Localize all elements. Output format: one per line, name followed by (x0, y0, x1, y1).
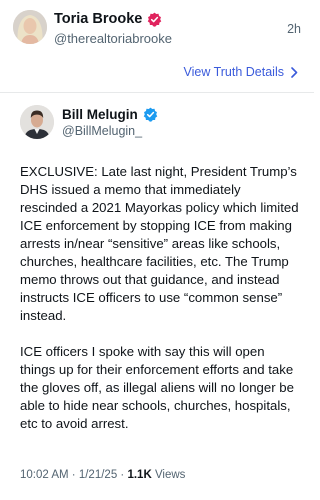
views-count: 1.1K (127, 469, 152, 481)
verified-badge-icon (143, 107, 157, 122)
truth-post-view: Toria Brooke @therealtoriabrooke 2h View… (0, 0, 314, 500)
meta-separator: · (120, 469, 125, 481)
post-paragraph: EXCLUSIVE: Late last night, President Tr… (20, 164, 299, 323)
embedded-post-body: EXCLUSIVE: Late last night, President Tr… (20, 163, 300, 451)
post-timestamp: 2h (287, 22, 301, 36)
post-header: Toria Brooke @therealtoriabrooke 2h (0, 0, 314, 58)
embedded-author-name[interactable]: Bill Melugin (62, 107, 158, 122)
post-time: 10:02 AM (20, 469, 69, 481)
meta-separator: · (71, 469, 76, 481)
view-truth-details-link[interactable]: View Truth Details (183, 65, 298, 79)
chevron-right-icon (291, 66, 298, 78)
embedded-author-name-text: Bill Melugin (62, 107, 138, 122)
views-label: Views (154, 469, 186, 481)
author-handle[interactable]: @therealtoriabrooke (54, 31, 172, 46)
view-truth-details-label: View Truth Details (183, 65, 284, 79)
author-avatar[interactable] (13, 10, 47, 44)
post-meta: 10:02 AM · 1/21/25 · 1.1K Views (20, 469, 185, 481)
embedded-post-card[interactable]: Bill Melugin @BillMelugin_ EXCLUSIVE: La… (0, 93, 314, 500)
author-name[interactable]: Toria Brooke (54, 11, 162, 27)
author-name-text: Toria Brooke (54, 11, 143, 27)
verified-badge-icon (148, 12, 162, 27)
embedded-author-handle[interactable]: @BillMelugin_ (62, 124, 142, 138)
embedded-author-avatar[interactable] (20, 105, 54, 139)
post-paragraph: ICE officers I spoke with say this will … (20, 344, 294, 431)
post-date: 1/21/25 (78, 469, 118, 481)
